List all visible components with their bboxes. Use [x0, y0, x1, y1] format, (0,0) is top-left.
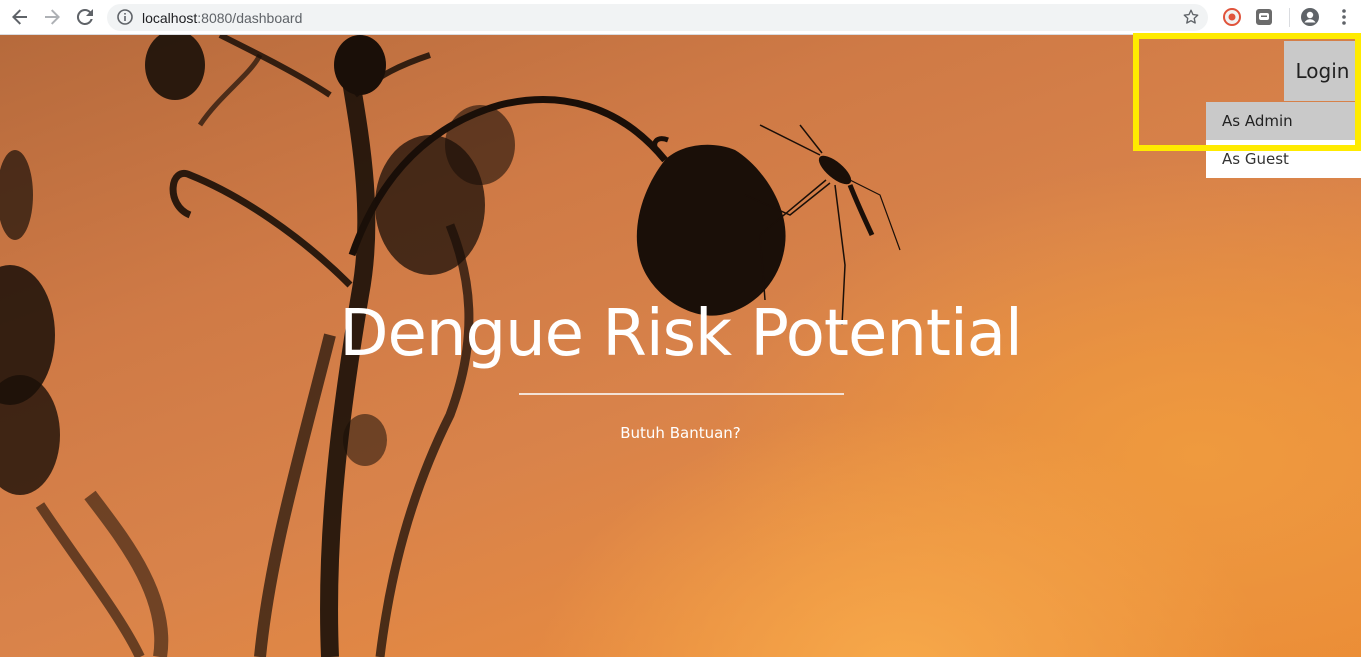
- reload-button[interactable]: [73, 5, 97, 29]
- site-info-icon[interactable]: [117, 9, 133, 25]
- url-text: localhost:8080/dashboard: [142, 10, 302, 26]
- menu-item-as-admin[interactable]: As Admin: [1206, 102, 1361, 140]
- extension-chat-icon[interactable]: [1253, 6, 1275, 28]
- address-bar[interactable]: localhost:8080/dashboard: [107, 4, 1208, 31]
- back-arrow-icon: [12, 9, 27, 25]
- browser-toolbar: localhost:8080/dashboard: [0, 0, 1361, 35]
- url-host: localhost: [142, 10, 198, 26]
- login-button[interactable]: Login: [1284, 41, 1361, 101]
- help-link[interactable]: Butuh Bantuan?: [620, 424, 741, 442]
- menu-item-as-guest[interactable]: As Guest: [1206, 140, 1361, 178]
- toolbar-divider: [1289, 8, 1290, 27]
- menu-kebab-icon[interactable]: [1333, 6, 1355, 28]
- reload-icon: [76, 8, 93, 25]
- bookmark-star-icon[interactable]: [1182, 8, 1200, 26]
- back-button[interactable]: [8, 5, 32, 29]
- login-dropdown-menu: As Admin As Guest: [1206, 102, 1361, 178]
- forward-button[interactable]: [40, 5, 64, 29]
- help-link-row: Butuh Bantuan?: [0, 424, 1361, 442]
- page-title: Dengue Risk Potential: [339, 297, 1023, 371]
- hero-background: Dengue Risk Potential Butuh Bantuan?: [0, 35, 1361, 657]
- profile-avatar-icon[interactable]: [1299, 6, 1321, 28]
- forward-arrow-icon: [45, 9, 60, 25]
- title-divider: [519, 393, 844, 395]
- extension-record-icon[interactable]: [1221, 6, 1243, 28]
- url-path: :8080/dashboard: [197, 10, 303, 26]
